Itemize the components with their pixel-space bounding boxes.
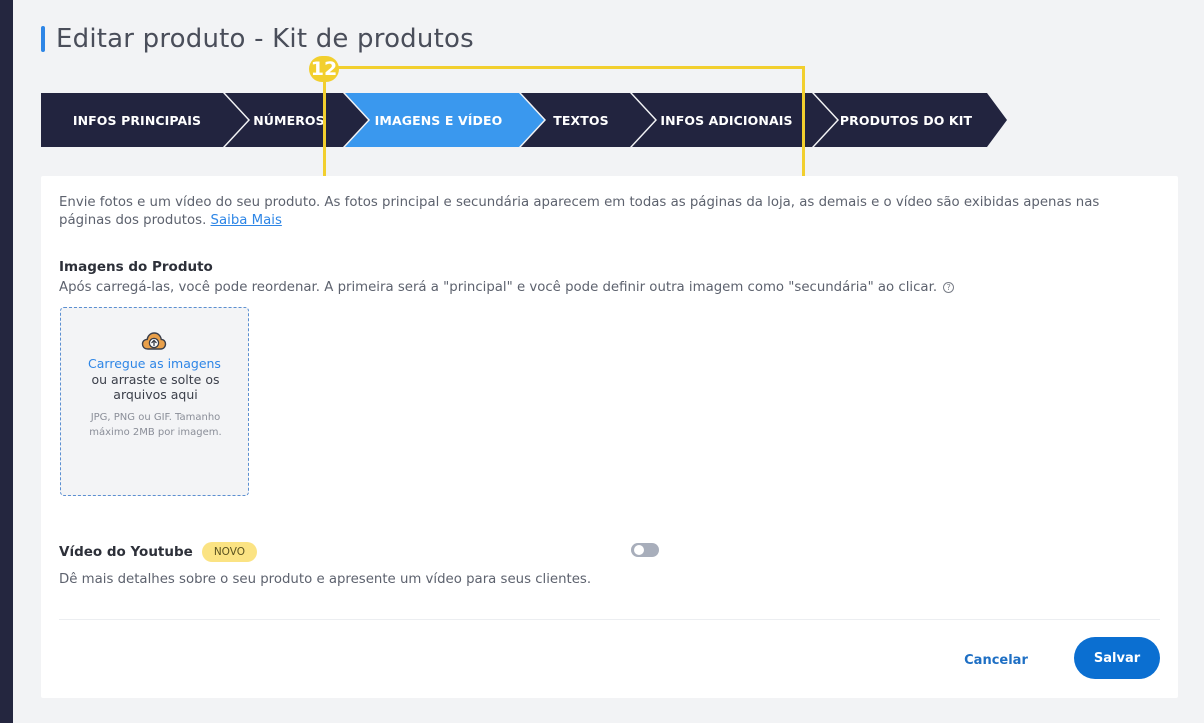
sidebar-strip (0, 0, 13, 723)
step-infos-adicionais[interactable]: INFOS ADICIONAIS (649, 93, 804, 147)
step-numeros[interactable]: NÚMEROS (241, 93, 337, 147)
content-card: Envie fotos e um vídeo do seu produto. A… (41, 176, 1178, 698)
step-produtos-do-kit[interactable]: PRODUTOS DO KIT (831, 93, 981, 147)
question-circle-icon[interactable]: ? (943, 282, 955, 293)
image-dropzone[interactable]: Carregue as imagens ou arraste e solte o… (60, 307, 249, 496)
youtube-video-toggle[interactable] (631, 543, 659, 557)
step-imagens-e-video[interactable]: IMAGENS E VÍDEO (361, 93, 516, 147)
annotation-number-badge: 12 (309, 56, 339, 82)
video-section-title: Vídeo do Youtube (59, 544, 193, 560)
step-navigation: INFOS PRINCIPAIS NÚMEROS IMAGENS E VÍDEO… (41, 93, 1007, 147)
save-button[interactable]: Salvar (1074, 637, 1160, 679)
images-section-description: Após carregá-las, você pode reordenar. A… (59, 280, 955, 295)
toggle-knob (634, 545, 644, 555)
step-textos[interactable]: TEXTOS (537, 93, 625, 147)
dropzone-instructions: ou arraste e solte os arquivos aqui (91, 372, 220, 402)
images-section-title: Imagens do Produto (59, 259, 213, 275)
dropzone-file-hint: JPG, PNG ou GIF. Tamanho máximo 2MB por … (89, 412, 222, 438)
video-section-header: Vídeo do Youtube NOVO (59, 542, 258, 562)
upload-images-link[interactable]: Carregue as imagens (61, 356, 248, 371)
saiba-mais-link[interactable]: Saiba Mais (211, 213, 282, 228)
cloud-upload-icon (141, 332, 167, 350)
title-accent-bar (41, 26, 45, 52)
step-infos-principais[interactable]: INFOS PRINCIPAIS (41, 93, 233, 147)
images-description-text: Após carregá-las, você pode reordenar. A… (59, 280, 938, 295)
intro-text: Envie fotos e um vídeo do seu produto. A… (59, 194, 1149, 230)
actions-divider (59, 619, 1160, 620)
page-header: Editar produto - Kit de produtos (41, 24, 474, 54)
cancel-button[interactable]: Cancelar (956, 645, 1036, 675)
novo-badge: NOVO (201, 542, 258, 562)
video-section-description: Dê mais detalhes sobre o seu produto e a… (59, 572, 592, 587)
page-title: Editar produto - Kit de produtos (56, 24, 474, 54)
